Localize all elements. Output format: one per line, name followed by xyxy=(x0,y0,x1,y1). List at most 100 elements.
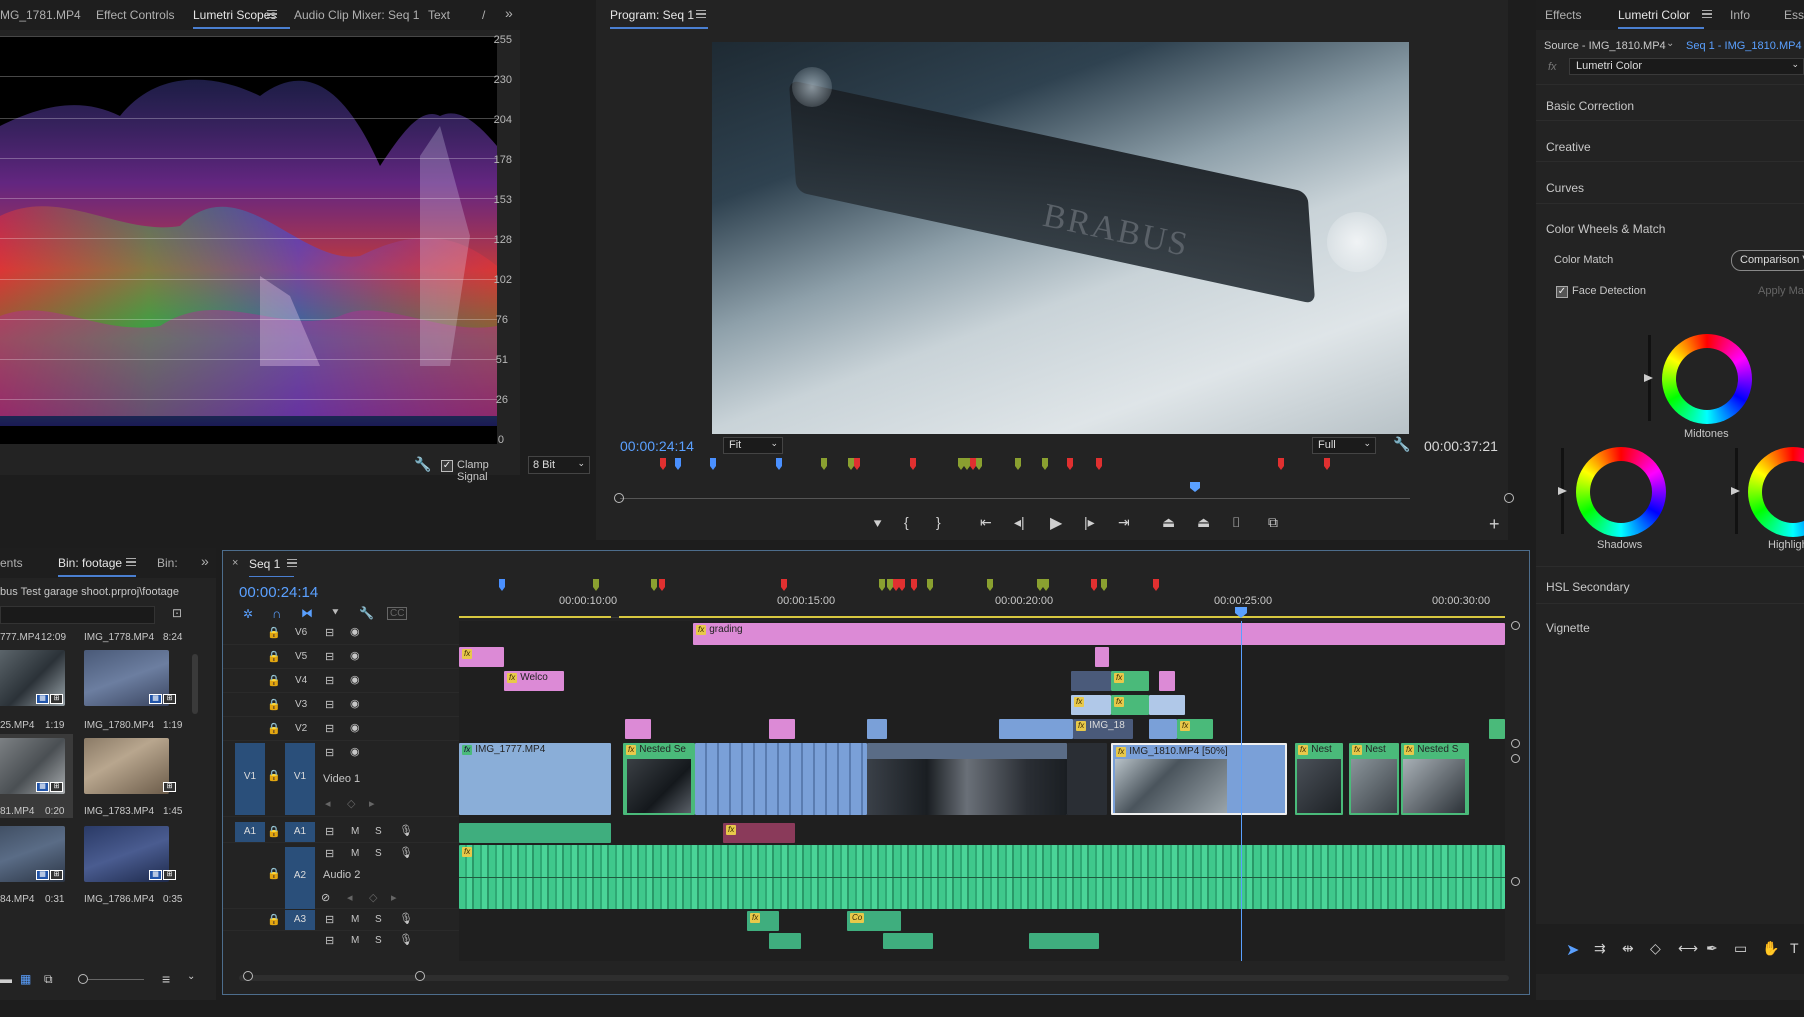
sync-lock-icon[interactable]: ⊟ xyxy=(325,913,334,926)
close-icon[interactable]: × xyxy=(232,557,238,569)
vertical-zoom-handle[interactable] xyxy=(1511,754,1520,763)
program-timecode[interactable]: 00:00:24:14 xyxy=(620,438,694,454)
icon-view-icon[interactable]: ▦ xyxy=(20,972,31,986)
sequence-clip-label[interactable]: Seq 1 - IMG_1810.MP4 xyxy=(1686,40,1802,52)
effect-select[interactable]: Lumetri Color ⌄ xyxy=(1569,58,1804,75)
chevron-right-icon[interactable]: » xyxy=(201,553,209,569)
rectangle-tool-icon[interactable]: ▭ xyxy=(1734,940,1747,957)
clip-v2[interactable]: fx xyxy=(1177,719,1213,739)
tab-project-elements[interactable]: ents xyxy=(0,556,23,570)
shadows-wheel[interactable] xyxy=(1576,447,1666,537)
highlights-wheel[interactable] xyxy=(1748,447,1804,537)
mute-button[interactable]: M xyxy=(351,935,359,946)
clip-v5[interactable] xyxy=(1095,647,1109,667)
clip-v1-group[interactable] xyxy=(695,743,867,815)
work-area-bar[interactable] xyxy=(619,616,1505,618)
microphone-icon[interactable]: 🎙 xyxy=(399,846,413,859)
audio-clip-a2[interactable]: fx xyxy=(459,845,1505,909)
tab-info[interactable]: Info xyxy=(1730,8,1750,22)
clip-img18[interactable]: fx IMG_18 xyxy=(1073,719,1133,739)
marker-red[interactable] xyxy=(659,579,665,591)
lock-icon[interactable]: 🔒 xyxy=(267,674,281,687)
linked-selection-icon[interactable]: ⧓ xyxy=(301,606,313,620)
panel-menu-icon[interactable] xyxy=(267,10,277,18)
vertical-zoom-handle[interactable] xyxy=(1511,739,1520,748)
tab-source-clip[interactable]: MG_1781.MP4 xyxy=(0,8,81,22)
pen-tool-icon[interactable]: ✒ xyxy=(1706,940,1718,957)
add-marker-icon[interactable]: ⯆ xyxy=(331,607,340,620)
eye-icon[interactable]: ◉ xyxy=(350,745,360,758)
sync-lock-icon[interactable]: ⊟ xyxy=(325,650,334,663)
clip-img1810[interactable]: fx IMG_1810.MP4 [50%] xyxy=(1111,743,1287,815)
prev-keyframe-icon[interactable]: ◂ xyxy=(325,797,331,810)
lift-button[interactable]: ⏏ xyxy=(1162,514,1175,531)
section-hsl-secondary[interactable]: HSL Secondary xyxy=(1546,580,1630,594)
step-forward-button[interactable]: |▸ xyxy=(1084,514,1095,531)
audio-clip-a3[interactable]: fx xyxy=(747,911,779,931)
eye-icon[interactable]: ◉ xyxy=(350,649,360,662)
track-target-a3[interactable]: A3 xyxy=(285,910,315,930)
bit-depth-select[interactable]: 8 Bit ⌄ xyxy=(528,456,590,474)
clip-v1-dark[interactable] xyxy=(1067,743,1107,815)
scrub-out-handle[interactable] xyxy=(1504,493,1514,503)
marker-green[interactable] xyxy=(976,458,982,470)
sync-lock-icon[interactable]: ⊟ xyxy=(325,847,334,860)
source-patch-a1[interactable]: A1 xyxy=(235,822,265,842)
lock-icon[interactable]: 🔒 xyxy=(267,698,281,711)
eye-icon[interactable]: ◉ xyxy=(350,721,360,734)
playhead-icon[interactable] xyxy=(1190,482,1200,492)
list-view-icon[interactable]: ▬ xyxy=(0,972,12,986)
marker-green[interactable] xyxy=(1043,579,1049,591)
marker-green[interactable] xyxy=(879,579,885,591)
marker-red[interactable] xyxy=(1278,458,1284,470)
selection-tool-icon[interactable]: ➤ xyxy=(1566,940,1579,960)
microphone-icon[interactable]: 🎙 xyxy=(399,912,413,925)
marker-green[interactable] xyxy=(1015,458,1021,470)
lock-icon[interactable]: 🔒 xyxy=(267,867,281,880)
prev-keyframe-icon[interactable]: ◂ xyxy=(347,891,353,904)
program-scrub-bar[interactable] xyxy=(620,498,1410,499)
lock-icon[interactable]: 🔒 xyxy=(267,769,281,782)
sync-lock-icon[interactable]: ⊟ xyxy=(325,722,334,735)
lock-icon[interactable]: 🔒 xyxy=(267,722,281,735)
marker-green[interactable] xyxy=(1101,579,1107,591)
track-label[interactable]: V5 xyxy=(295,651,307,662)
clip-v5[interactable]: fx xyxy=(459,647,504,667)
captions-icon[interactable]: CC xyxy=(387,607,408,620)
slip-tool-icon[interactable]: ⟷ xyxy=(1678,940,1698,957)
marker-blue[interactable] xyxy=(776,458,782,470)
tab-essential[interactable]: Ess xyxy=(1784,8,1804,22)
clip-v4[interactable]: fx xyxy=(1111,671,1149,691)
audio-clip-a1[interactable] xyxy=(459,823,611,843)
marker-green[interactable] xyxy=(821,458,827,470)
marker-green[interactable] xyxy=(1042,458,1048,470)
marker-red[interactable] xyxy=(1096,458,1102,470)
zoom-in-handle[interactable] xyxy=(243,971,253,981)
bin-search-input[interactable] xyxy=(0,606,155,624)
zoom-out-handle[interactable] xyxy=(415,971,425,981)
play-button[interactable]: ▶ xyxy=(1050,513,1062,533)
clip-img1777[interactable]: fx IMG_1777.MP4 xyxy=(459,743,611,815)
solo-button[interactable]: S xyxy=(375,848,382,859)
track-label[interactable]: V4 xyxy=(295,675,307,686)
type-tool-icon[interactable]: T xyxy=(1790,940,1799,956)
zoom-fit-select[interactable]: Fit ⌄ xyxy=(723,437,783,454)
section-vignette[interactable]: Vignette xyxy=(1546,621,1590,635)
vertical-zoom-handle[interactable] xyxy=(1511,877,1520,886)
marker-red[interactable] xyxy=(899,579,905,591)
thumbnail-zoom-slider[interactable] xyxy=(88,979,144,980)
track-label[interactable]: V3 xyxy=(295,699,307,710)
marker-red[interactable] xyxy=(1067,458,1073,470)
marker-green[interactable] xyxy=(651,579,657,591)
timeline-ruler[interactable]: 00:00:10:00 00:00:15:00 00:00:20:00 00:0… xyxy=(459,577,1505,619)
marker-blue[interactable] xyxy=(499,579,505,591)
clip-nested-1[interactable]: fx Nested Se xyxy=(623,743,695,815)
clip-v2[interactable] xyxy=(867,719,887,739)
face-detection-checkbox[interactable]: ✓ xyxy=(1556,286,1568,298)
section-color-wheels[interactable]: Color Wheels & Match xyxy=(1546,222,1665,236)
sync-lock-icon[interactable]: ⊟ xyxy=(325,934,334,947)
sync-lock-icon[interactable]: ⊟ xyxy=(325,746,334,759)
extract-button[interactable]: ⏏ xyxy=(1197,514,1210,531)
clip-nested-2[interactable]: fx Nested S xyxy=(1401,743,1469,815)
clip-v4[interactable] xyxy=(1159,671,1175,691)
